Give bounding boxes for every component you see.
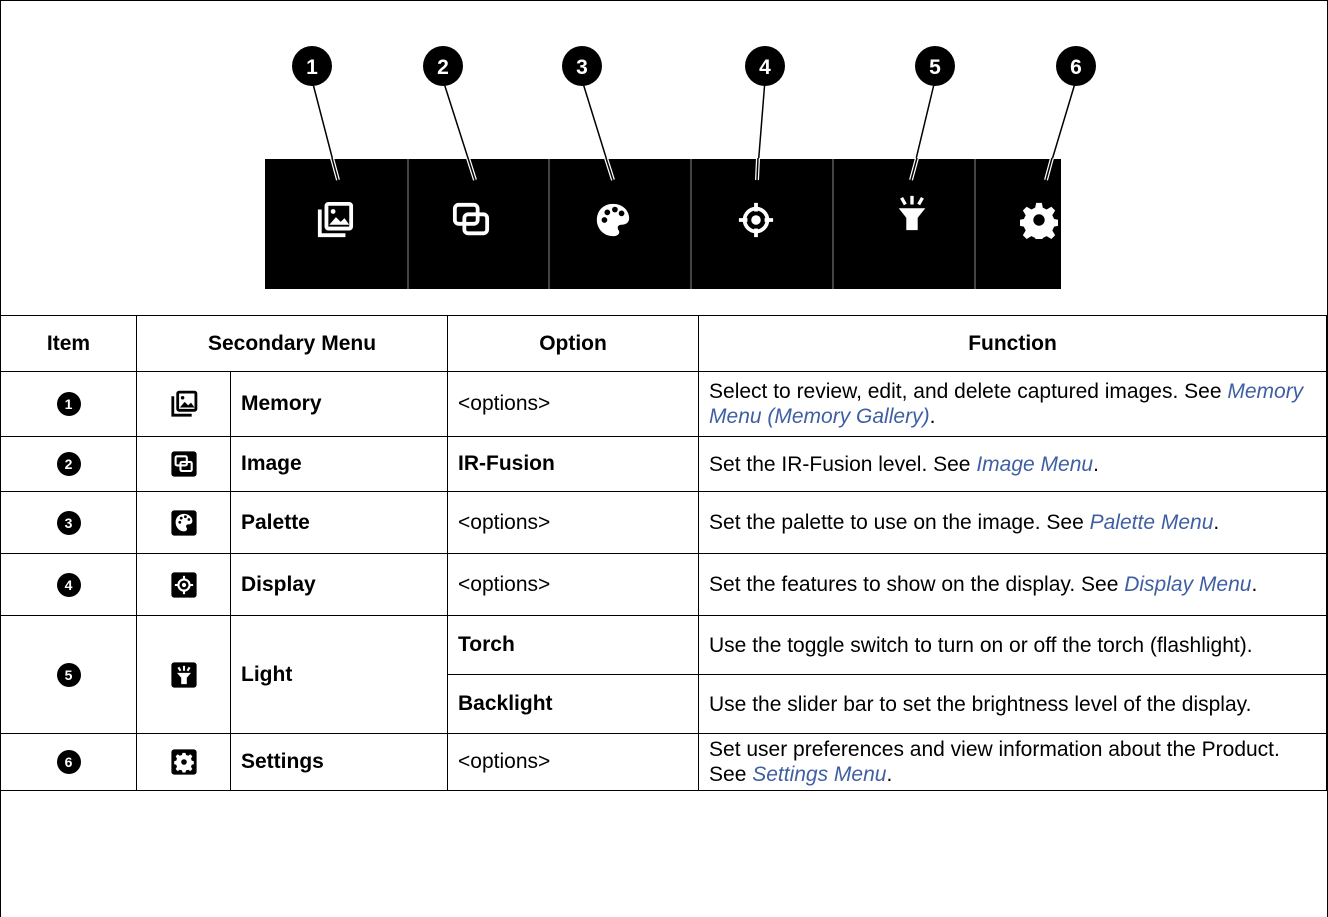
menu-name-cell: Settings [229,733,449,791]
option-cell: <options> [447,371,700,437]
image-menu-link[interactable]: Image Menu [976,453,1093,476]
item-cell: 4 [0,553,137,616]
header-option: Option [447,315,700,372]
table-header-row: Item Secondary Menu Option Function [0,315,1328,372]
callout-4-label: 4 [759,56,771,79]
menu-name-cell: Display [229,553,449,616]
function-cell: Set the IR-Fusion level. See Image Menu. [698,436,1328,492]
option-cell: <options> [447,553,700,616]
item-cell: 5 [0,615,137,734]
display-icon [170,571,198,599]
header-item: Item [0,315,137,372]
menu-name-cell: Light [229,615,449,734]
memory-icon [170,390,198,418]
callout-5-label: 5 [929,56,941,79]
function-text: Select to review, edit, and delete captu… [709,380,1228,403]
settings-menu-link[interactable]: Settings Menu [752,763,886,786]
palette-icon [170,509,198,537]
table-row: 1 Memory <options> Select to review, edi… [0,371,1328,437]
function-text: Set the IR-Fusion level. See [709,452,977,476]
table-row: 5 Light Torch Use the toggle switch to t… [0,615,1328,734]
function-end: . [886,763,893,786]
function-cell: Set user preferences and view informatio… [698,733,1328,791]
palette-menu-link[interactable]: Palette Menu [1090,511,1214,534]
secondary-menu-table: Item Secondary Menu Option Function 1 Me… [0,315,1328,791]
function-cell: Set the palette to use on the image. See… [698,491,1328,554]
image-icon [170,450,198,478]
header-function: Function [698,315,1328,372]
function-text: Set the features to show on the display.… [709,573,1125,596]
header-secondary-menu: Secondary Menu [135,315,449,372]
function-end: . [929,405,936,428]
menu-name-cell: Memory [229,371,449,437]
settings-icon [1020,202,1058,239]
callout-6-label: 6 [1070,56,1082,79]
function-text: Set the palette to use on the image. See [709,511,1090,534]
callout-3-label: 3 [576,56,588,79]
item-number-badge: 3 [56,510,81,535]
menu-bar-figure: 1 2 3 4 5 6 [0,0,1326,315]
display-menu-link[interactable]: Display Menu [1124,573,1251,596]
table-row: 3 Palette <options> Set the palette to u… [0,491,1328,554]
option-cell: <options> [447,733,700,791]
item-cell: 3 [0,491,137,554]
function-end: . [1251,573,1258,596]
callout-2-label: 2 [437,56,449,79]
icon-cell [136,436,231,492]
callout-1-label: 1 [306,56,318,79]
menu-bar-illustration: 1 2 3 4 5 6 [265,46,1096,289]
option-cell: Backlight [447,674,700,734]
function-cell: Select to review, edit, and delete captu… [698,371,1328,437]
table-row: 2 Image IR-Fusion Set the IR-Fusion leve… [0,436,1328,492]
function-cell: Set the features to show on the display.… [698,553,1328,616]
menu-bar-background [265,159,1061,289]
callout-markers [292,46,1096,86]
item-number-badge: 2 [56,452,81,477]
table-row: 4 Display <options> Set the features to … [0,553,1328,616]
function-cell: Use the toggle switch to turn on or off … [698,615,1328,675]
function-end: . [1213,511,1220,534]
item-cell: 2 [0,436,137,492]
function-end: . [1093,452,1099,476]
function-cell: Use the slider bar to set the brightness… [698,674,1328,734]
option-cell: Torch [447,615,700,675]
item-cell: 1 [0,371,137,437]
icon-cell [136,371,231,437]
option-cell: <options> [447,491,700,554]
icon-cell [136,733,231,791]
option-cell: IR-Fusion [447,436,700,492]
table-row: 6 Settings <options> Set user preference… [0,733,1328,791]
settings-icon [170,748,198,776]
item-number-badge: 6 [56,750,81,775]
item-number-badge: 5 [56,662,81,687]
light-icon [170,661,198,689]
menu-name-cell: Image [229,436,449,492]
item-number-badge: 1 [56,392,81,417]
item-cell: 6 [0,733,137,791]
icon-cell [136,553,231,616]
item-number-badge: 4 [56,572,81,597]
icon-cell [136,491,231,554]
menu-name-cell: Palette [229,491,449,554]
icon-cell [136,615,231,734]
